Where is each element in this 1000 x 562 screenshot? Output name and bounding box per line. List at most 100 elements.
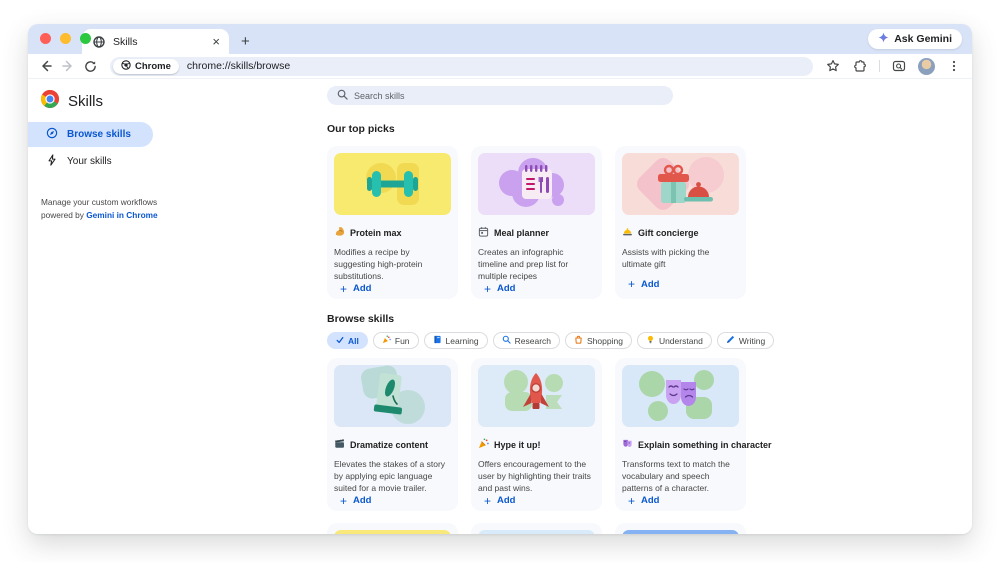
gift-and-bell-illustration xyxy=(622,153,739,215)
add-button[interactable]: + Add xyxy=(334,283,451,295)
menu-icon[interactable] xyxy=(946,58,962,74)
zoom-window-button[interactable] xyxy=(80,33,91,44)
skill-card-explain-in-character[interactable]: Explain something in character Transform… xyxy=(615,358,772,511)
sidebar-item-browse-skills[interactable]: Browse skills xyxy=(28,122,153,147)
browse-skills-heading: Browse skills xyxy=(327,313,395,325)
scroll-quill-illustration xyxy=(334,365,451,427)
flexed-biceps-icon xyxy=(334,224,345,242)
url-text[interactable]: chrome://skills/browse xyxy=(187,60,290,72)
main-area: Our top picks xyxy=(327,79,972,534)
compass-icon xyxy=(46,127,58,142)
skill-card-gift-concierge[interactable]: Gift concierge Assists with picking the … xyxy=(615,146,746,299)
chrome-chip[interactable]: Chrome xyxy=(113,58,179,74)
sidebar-note: Manage your custom workflows powered by … xyxy=(41,196,327,222)
close-window-button[interactable] xyxy=(40,33,51,44)
search-icon xyxy=(337,87,348,105)
rocket-illustration xyxy=(478,365,595,427)
check-icon xyxy=(336,336,344,346)
add-button[interactable]: + Add xyxy=(622,495,739,507)
theater-masks-icon xyxy=(622,436,633,454)
filter-chip-research[interactable]: Research xyxy=(492,332,561,349)
magnifier-icon xyxy=(502,335,511,346)
add-button[interactable]: + Add xyxy=(622,278,739,290)
search-input[interactable] xyxy=(354,90,663,101)
sidebar-note-line1: Manage your custom workflows xyxy=(41,197,158,207)
sidebar-item-your-skills[interactable]: Your skills xyxy=(28,149,153,174)
page-content: Skills Browse skills Your skills Manage … xyxy=(28,78,972,534)
book-icon xyxy=(433,335,442,346)
gemini-in-chrome-link[interactable]: Gemini in Chrome xyxy=(86,210,157,220)
clapper-board-icon xyxy=(334,436,345,454)
filter-chip-fun[interactable]: Fun xyxy=(372,332,419,349)
gemini-sparkle-icon xyxy=(878,32,889,46)
skill-card-partial[interactable] xyxy=(327,523,458,534)
skill-card-hype-it-up[interactable]: Hype it up! Offers encouragement to the … xyxy=(471,358,602,511)
skill-card-dramatize-content[interactable]: Dramatize content Elevates the stakes of… xyxy=(327,358,458,511)
filter-chip-shopping[interactable]: Shopping xyxy=(565,332,632,349)
sidebar-note-line2: powered by Gemini in Chrome xyxy=(41,209,158,220)
chrome-logo-mono-icon xyxy=(121,59,131,73)
reload-icon[interactable] xyxy=(82,58,98,74)
calendar-icon xyxy=(478,224,489,242)
partial-cards-row xyxy=(327,523,972,534)
filter-chip-writing[interactable]: Writing xyxy=(716,332,775,349)
dumbbell-illustration xyxy=(334,153,451,215)
search-bar[interactable] xyxy=(327,86,673,105)
plus-icon: + xyxy=(484,281,492,296)
tab-strip: Skills × + Ask Gemini xyxy=(28,24,972,54)
top-picks-row: Protein max Modifies a recipe by suggest… xyxy=(327,146,972,299)
toolbar-divider xyxy=(879,60,880,72)
tab-skills[interactable]: Skills × xyxy=(82,29,229,54)
filter-chip-all[interactable]: All xyxy=(327,332,368,349)
party-popper-icon xyxy=(382,335,391,346)
meal-calendar-illustration xyxy=(478,153,595,215)
lightbulb-icon xyxy=(646,335,655,346)
sidebar-item-label: Your skills xyxy=(67,156,112,167)
profile-avatar[interactable] xyxy=(918,57,935,75)
top-picks-heading: Our top picks xyxy=(327,123,395,135)
ask-gemini-label: Ask Gemini xyxy=(894,33,952,45)
chrome-logo-icon xyxy=(41,89,60,113)
sidebar-item-label: Browse skills xyxy=(67,129,131,140)
filter-chips: All Fun Learning Research Shopping Under… xyxy=(327,332,972,349)
plus-icon: + xyxy=(340,281,348,296)
tab-title: Skills xyxy=(113,35,138,48)
globe-icon xyxy=(91,34,107,50)
skill-card-protein-max[interactable]: Protein max Modifies a recipe by suggest… xyxy=(327,146,458,299)
add-button[interactable]: + Add xyxy=(478,495,595,507)
address-bar[interactable]: Chrome chrome://skills/browse xyxy=(110,56,813,76)
side-panel-icon[interactable] xyxy=(891,58,907,74)
ask-gemini-button[interactable]: Ask Gemini xyxy=(868,29,962,49)
toolbar: Chrome chrome://skills/browse xyxy=(28,54,972,78)
skill-card-meal-planner[interactable]: Meal planner Creates an infographic time… xyxy=(471,146,602,299)
browse-skills-row: Dramatize content Elevates the stakes of… xyxy=(327,358,972,511)
minimize-window-button[interactable] xyxy=(60,33,71,44)
add-button[interactable]: + Add xyxy=(478,283,595,295)
forward-arrow-icon[interactable] xyxy=(60,58,76,74)
plus-icon: + xyxy=(628,493,636,508)
extensions-icon[interactable] xyxy=(852,58,868,74)
party-popper-icon xyxy=(478,436,489,454)
app-header: Skills xyxy=(28,85,327,122)
page-title: Skills xyxy=(68,93,104,110)
chrome-chip-label: Chrome xyxy=(135,60,171,72)
new-tab-button[interactable]: + xyxy=(241,34,250,49)
browser-window: Skills × + Ask Gemini Chrome chrome://sk… xyxy=(28,24,972,534)
bellhop-bell-icon xyxy=(622,224,633,242)
plus-icon: + xyxy=(628,277,636,291)
skill-card-partial[interactable] xyxy=(471,523,602,534)
traffic-lights xyxy=(40,33,91,44)
bookmark-star-icon[interactable] xyxy=(825,58,841,74)
filter-chip-understand[interactable]: Understand xyxy=(636,332,712,349)
plus-icon: + xyxy=(340,493,348,508)
back-arrow-icon[interactable] xyxy=(38,58,54,74)
close-tab-icon[interactable]: × xyxy=(212,35,220,48)
toolbar-right xyxy=(825,57,962,75)
filter-chip-learning[interactable]: Learning xyxy=(423,332,488,349)
sidebar: Skills Browse skills Your skills Manage … xyxy=(28,79,327,534)
plus-icon: + xyxy=(484,493,492,508)
shopping-bag-icon xyxy=(574,335,583,346)
add-button[interactable]: + Add xyxy=(334,495,451,507)
pen-icon xyxy=(726,335,735,346)
skill-card-partial[interactable] xyxy=(615,523,746,534)
